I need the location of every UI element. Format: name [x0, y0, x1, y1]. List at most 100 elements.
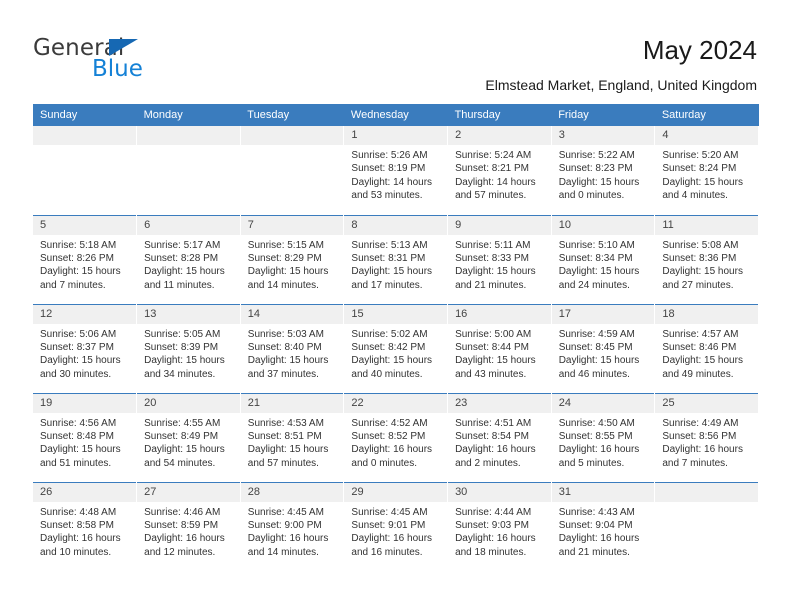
- calendar-day-cell[interactable]: 23 Sunrise: 4:51 AM Sunset: 8:54 PM Dayligh…: [447, 392, 552, 482]
- weekday-header-tuesday: Tuesday: [240, 104, 344, 126]
- day-cell-content: 18 Sunrise: 4:57 AM Sunset: 8:46 PM Dayligh…: [655, 305, 758, 393]
- day-info-line: Daylight: 14 hours: [455, 176, 536, 188]
- day-sun-info: Sunrise: 5:10 AM Sunset: 8:34 PM Daylight:…: [552, 235, 654, 293]
- day-info-line: Sunset: 8:54 PM: [455, 430, 529, 442]
- day-cell-content: 10 Sunrise: 5:10 AM Sunset: 8:34 PM Dayligh…: [551, 216, 654, 304]
- calendar-week-row: 12 Sunrise: 5:06 AM Sunset: 8:37 PM Dayligh…: [33, 303, 759, 393]
- calendar-header-row: Sunday Monday Tuesday Wednesday Thursday Frid…: [33, 104, 759, 126]
- calendar-day-cell[interactable]: 28 Sunrise: 4:45 AM Sunset: 9:00 PM Dayligh…: [240, 481, 345, 571]
- calendar-day-cell[interactable]: 13 Sunrise: 5:05 AM Sunset: 8:39 PM Dayligh…: [136, 303, 241, 393]
- calendar-day-cell[interactable]: 4 Sunrise: 5:20 AM Sunset: 8:24 PM Daylight…: [654, 126, 759, 215]
- day-number: 2: [448, 126, 551, 145]
- day-info-line: and 14 minutes.: [247, 546, 319, 558]
- day-info-line: Sunrise: 4:56 AM: [40, 417, 117, 429]
- calendar-body: 1 Sunrise: 5:26 AM Sunset: 8:19 PM Daylight…: [33, 126, 759, 571]
- day-number: 7: [240, 216, 343, 235]
- day-number: 13: [137, 305, 240, 324]
- day-info-line: Sunset: 8:19 PM: [351, 163, 426, 175]
- day-info-line: Sunrise: 4:51 AM: [455, 417, 532, 429]
- day-number: 31: [551, 483, 654, 502]
- day-info-line: Sunrise: 4:48 AM: [40, 506, 117, 518]
- calendar-day-cell[interactable]: 24 Sunrise: 4:50 AM Sunset: 8:55 PM Dayligh…: [551, 392, 656, 482]
- calendar-day-cell[interactable]: 7 Sunrise: 5:15 AM Sunset: 8:29 PM Daylight…: [240, 214, 345, 304]
- calendar-day-cell[interactable]: 31 Sunrise: 4:43 AM Sunset: 9:04 PM Dayligh…: [551, 481, 656, 571]
- calendar-day-cell[interactable]: 20 Sunrise: 4:55 AM Sunset: 8:49 PM Dayligh…: [136, 392, 241, 482]
- day-info-line: Daylight: 14 hours: [351, 176, 433, 188]
- day-number: 28: [240, 483, 343, 502]
- calendar-day-cell[interactable]: 21 Sunrise: 4:53 AM Sunset: 8:51 PM Dayligh…: [240, 392, 345, 482]
- day-sun-info: Sunrise: 5:20 AM Sunset: 8:24 PM Daylight:…: [655, 145, 757, 203]
- day-cell-content: [33, 126, 136, 215]
- calendar-day-cell[interactable]: 2 Sunrise: 5:24 AM Sunset: 8:21 PM Daylight…: [447, 126, 552, 215]
- calendar-day-cell[interactable]: 16 Sunrise: 5:00 AM Sunset: 8:44 PM Dayligh…: [447, 303, 552, 393]
- day-info-line: Sunrise: 5:18 AM: [40, 239, 117, 251]
- day-cell-content: 22 Sunrise: 4:52 AM Sunset: 8:52 PM Dayligh…: [344, 394, 447, 482]
- day-info-line: Sunset: 8:26 PM: [40, 252, 114, 264]
- calendar-day-cell[interactable]: 10 Sunrise: 5:10 AM Sunset: 8:34 PM Dayligh…: [551, 214, 656, 304]
- day-info-line: Sunset: 9:01 PM: [351, 519, 426, 531]
- calendar-empty-cell: [240, 126, 345, 215]
- day-info-line: and 10 minutes.: [40, 546, 112, 558]
- calendar-day-cell[interactable]: 17 Sunrise: 4:59 AM Sunset: 8:45 PM Dayligh…: [551, 303, 656, 393]
- day-info-line: Sunset: 8:49 PM: [144, 430, 219, 442]
- day-number: 26: [33, 483, 136, 502]
- calendar-day-cell[interactable]: 14 Sunrise: 5:03 AM Sunset: 8:40 PM Dayligh…: [240, 303, 345, 393]
- calendar-day-cell[interactable]: 22 Sunrise: 4:52 AM Sunset: 8:52 PM Dayligh…: [343, 392, 449, 482]
- logo-text-blue: Blue: [92, 56, 143, 82]
- day-info-line: Daylight: 15 hours: [662, 266, 743, 278]
- day-sun-info: Sunrise: 5:00 AM Sunset: 8:44 PM Daylight:…: [448, 324, 550, 382]
- calendar-day-cell[interactable]: 15 Sunrise: 5:02 AM Sunset: 8:42 PM Dayligh…: [343, 303, 449, 393]
- day-info-line: and 12 minutes.: [144, 546, 216, 558]
- day-info-line: and 37 minutes.: [247, 368, 319, 380]
- calendar-day-cell[interactable]: 18 Sunrise: 4:57 AM Sunset: 8:46 PM Dayligh…: [654, 303, 759, 393]
- day-info-line: Sunset: 8:48 PM: [40, 430, 114, 442]
- calendar-week-row: 5 Sunrise: 5:18 AM Sunset: 8:26 PM Daylight…: [33, 214, 759, 304]
- weekday-header-row: Sunday Monday Tuesday Wednesday Thursday Frid…: [33, 104, 759, 126]
- day-number: 23: [448, 394, 551, 413]
- day-info-line: Sunset: 8:52 PM: [351, 430, 426, 442]
- calendar-day-cell[interactable]: 30 Sunrise: 4:44 AM Sunset: 9:03 PM Dayligh…: [447, 481, 552, 571]
- calendar-empty-cell: [654, 481, 759, 571]
- day-info-line: Sunrise: 5:15 AM: [247, 239, 324, 251]
- day-info-line: and 27 minutes.: [662, 279, 734, 291]
- day-info-line: Sunrise: 5:08 AM: [662, 239, 739, 251]
- calendar-day-cell[interactable]: 1 Sunrise: 5:26 AM Sunset: 8:19 PM Daylight…: [343, 126, 449, 215]
- day-cell-content: 2 Sunrise: 5:24 AM Sunset: 8:21 PM Daylight…: [448, 126, 551, 215]
- day-info-line: and 51 minutes.: [40, 457, 112, 469]
- calendar-day-cell[interactable]: 5 Sunrise: 5:18 AM Sunset: 8:26 PM Daylight…: [33, 214, 138, 304]
- day-cell-content: 7 Sunrise: 5:15 AM Sunset: 8:29 PM Daylight…: [240, 216, 343, 304]
- day-cell-content: 19 Sunrise: 4:56 AM Sunset: 8:48 PM Dayligh…: [33, 394, 136, 482]
- day-sun-info: Sunrise: 4:43 AM Sunset: 9:04 PM Daylight:…: [552, 502, 654, 560]
- day-info-line: Daylight: 15 hours: [662, 355, 743, 367]
- calendar-day-cell[interactable]: 9 Sunrise: 5:11 AM Sunset: 8:33 PM Daylight…: [447, 214, 552, 304]
- day-sun-info: Sunrise: 4:51 AM Sunset: 8:54 PM Daylight:…: [448, 413, 550, 471]
- calendar-day-cell[interactable]: 25 Sunrise: 4:49 AM Sunset: 8:56 PM Dayligh…: [654, 392, 759, 482]
- day-sun-info: Sunrise: 5:18 AM Sunset: 8:26 PM Daylight:…: [33, 235, 136, 293]
- calendar-day-cell[interactable]: 3 Sunrise: 5:22 AM Sunset: 8:23 PM Daylight…: [551, 126, 656, 215]
- day-cell-content: 13 Sunrise: 5:05 AM Sunset: 8:39 PM Dayligh…: [137, 305, 240, 393]
- day-cell-content: 3 Sunrise: 5:22 AM Sunset: 8:23 PM Daylight…: [551, 126, 654, 215]
- day-info-line: Daylight: 16 hours: [40, 533, 121, 545]
- day-info-line: and 0 minutes.: [351, 457, 418, 469]
- calendar-day-cell[interactable]: 12 Sunrise: 5:06 AM Sunset: 8:37 PM Dayligh…: [33, 303, 138, 393]
- day-info-line: Sunrise: 5:11 AM: [455, 239, 531, 251]
- day-info-line: and 7 minutes.: [662, 457, 728, 469]
- day-number: 30: [448, 483, 551, 502]
- calendar-day-cell[interactable]: 26 Sunrise: 4:48 AM Sunset: 8:58 PM Dayligh…: [33, 481, 138, 571]
- day-info-line: and 21 minutes.: [558, 546, 630, 558]
- calendar-day-cell[interactable]: 27 Sunrise: 4:46 AM Sunset: 8:59 PM Dayligh…: [136, 481, 241, 571]
- day-info-line: Sunset: 8:23 PM: [558, 163, 633, 175]
- generalblue-logo[interactable]: General Blue: [33, 37, 253, 83]
- day-info-line: Sunset: 9:00 PM: [247, 519, 322, 531]
- calendar-day-cell[interactable]: 19 Sunrise: 4:56 AM Sunset: 8:48 PM Dayligh…: [33, 392, 138, 482]
- calendar-day-cell[interactable]: 29 Sunrise: 4:45 AM Sunset: 9:01 PM Dayligh…: [343, 481, 449, 571]
- day-number: 5: [33, 216, 136, 235]
- day-info-line: Daylight: 15 hours: [40, 444, 121, 456]
- day-cell-content: 31 Sunrise: 4:43 AM Sunset: 9:04 PM Dayligh…: [551, 483, 654, 571]
- day-info-line: and 43 minutes.: [455, 368, 527, 380]
- calendar-day-cell[interactable]: 11 Sunrise: 5:08 AM Sunset: 8:36 PM Dayligh…: [654, 214, 759, 304]
- calendar-day-cell[interactable]: 6 Sunrise: 5:17 AM Sunset: 8:28 PM Daylight…: [136, 214, 241, 304]
- day-info-line: and 57 minutes.: [247, 457, 319, 469]
- calendar-day-cell[interactable]: 8 Sunrise: 5:13 AM Sunset: 8:31 PM Daylight…: [343, 214, 449, 304]
- day-cell-content: 5 Sunrise: 5:18 AM Sunset: 8:26 PM Daylight…: [33, 216, 136, 304]
